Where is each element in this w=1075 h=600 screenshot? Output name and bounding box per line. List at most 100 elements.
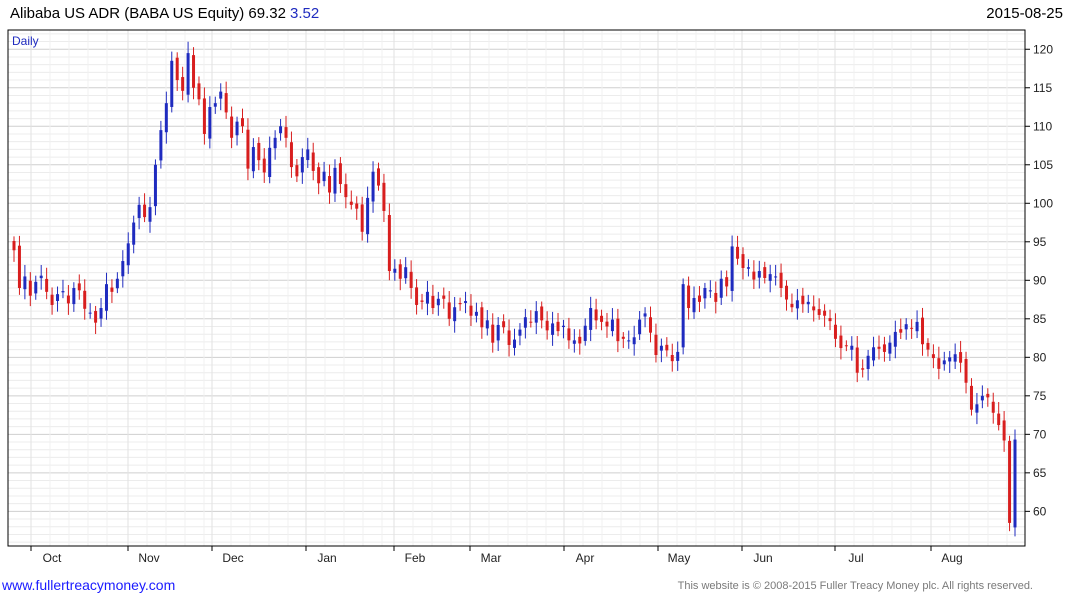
candle-body [230,116,234,138]
x-tick-label: Nov [138,551,159,565]
candle-body [861,368,865,370]
candle-body [442,295,446,299]
candle-body [132,222,136,245]
candle-body [502,321,506,328]
candle-body [317,167,321,184]
candle-body [279,126,283,134]
candle-body [768,274,772,281]
candle-body [94,310,98,323]
candle-body [110,287,114,292]
y-axis: 60 65 70 75 80 85 90 95 100 105 110 115 120 [1025,42,1053,518]
candle-body [937,358,941,369]
candle-body [556,321,560,332]
candle-body [855,347,859,373]
x-tick-label: Dec [222,551,243,565]
candle-body [714,292,718,302]
website-link[interactable]: www.fullertreacymoney.com [2,577,175,593]
candle-body [224,93,228,113]
candle-body [687,285,691,309]
candle-body [240,118,244,127]
candle-body [338,163,342,185]
candle-body [850,345,854,350]
candle-body [877,346,881,349]
candle-body [289,142,293,168]
x-tick-label: Apr [576,551,595,565]
candle-body [926,342,930,350]
candle-body [458,302,462,305]
x-tick-label: Jun [753,551,772,565]
candle-body [273,137,277,149]
candle-body [866,355,870,370]
candle-body [153,164,157,207]
candle-body [578,336,582,344]
candle-body [670,354,674,362]
price-chart: Daily 60 65 70 75 80 85 90 95 100 105 110 115 120 Oc… [7,29,1053,565]
candle-body [551,323,555,335]
candle-body [725,277,729,287]
candle-body [893,331,897,347]
candle-body [540,306,544,321]
candle-body [931,354,935,359]
candle-body [567,328,571,341]
y-tick-label: 110 [1033,119,1052,133]
candle-body [969,385,973,410]
candle-body [774,276,778,278]
y-tick-label: 95 [1033,235,1047,249]
candle-body [757,271,761,278]
candle-body [409,271,413,288]
candle-body [181,77,185,91]
candle-body [997,413,1001,426]
candle-body [246,129,250,169]
candle-body [746,267,750,269]
candle-body [681,284,685,348]
candle-body [453,307,457,322]
candle-body [306,149,310,161]
candle-body [910,327,914,329]
candle-body [513,339,516,348]
candle-body [469,305,473,316]
candle-body [83,290,87,309]
candle-body [616,318,620,342]
candle-body [415,287,419,305]
candle-body [953,354,957,362]
candle-body [23,276,27,290]
candle-body [295,165,299,177]
candle-body [235,121,239,136]
candle-body [921,317,925,345]
candle-body [464,301,468,303]
candle-body [333,167,337,194]
candle-body [589,308,593,330]
x-tick-label: Aug [941,551,962,565]
candle-body [77,283,81,291]
candle-body [643,313,647,317]
y-tick-label: 65 [1033,466,1047,480]
candle-body [545,320,549,331]
candle-body [638,319,642,335]
candle-body [344,184,348,198]
candle-body [697,295,701,302]
candle-body [518,329,522,336]
candle-body [904,324,908,330]
candle-body [572,340,576,344]
candle-body [632,337,636,345]
y-tick-label: 70 [1033,427,1047,441]
candles [12,41,1017,537]
candle-body [795,300,799,309]
candle-body [529,321,533,323]
copyright-text: This website is © 2008-2015 Fuller Treac… [677,580,1033,592]
candle-body [752,271,756,280]
candle-body [605,321,609,327]
candle-body [507,330,511,345]
y-tick-label: 120 [1033,42,1053,56]
candle-body [175,57,179,81]
candle-body [719,278,723,298]
candle-body [610,319,614,332]
candle-body [39,275,43,279]
candle-body [654,334,658,356]
candle-body [159,130,163,161]
candle-body [491,324,495,343]
candle-body [300,157,304,173]
candle-body [186,53,190,95]
x-tick-label: May [668,551,691,565]
candle-body [202,98,206,134]
